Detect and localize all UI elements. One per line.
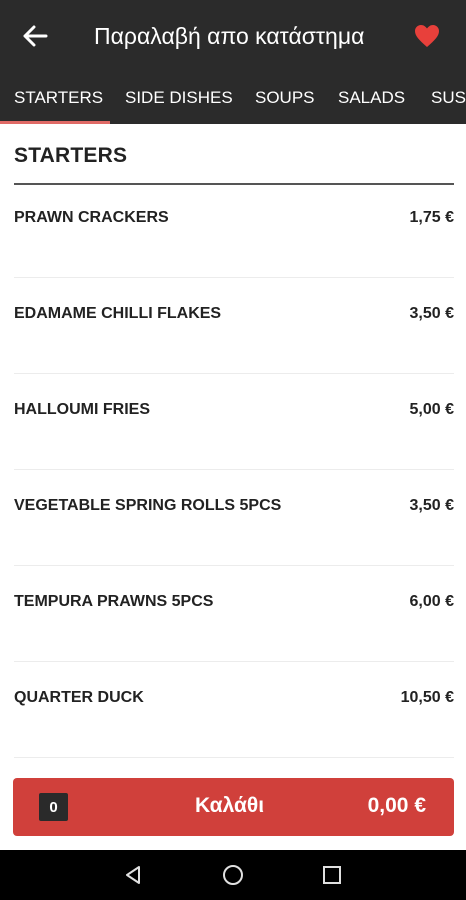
menu-item[interactable]: EDAMAME CHILLI FLAKES 3,50 € [14, 304, 454, 400]
section-title: STARTERS [14, 144, 128, 167]
menu-item[interactable]: PRAWN CRACKERS 1,75 € [14, 208, 454, 304]
system-navigation-bar [0, 850, 466, 900]
item-divider [14, 565, 454, 566]
menu-item-name: TEMPURA PRAWNS 5PCS [14, 593, 214, 610]
menu-item-price: 10,50 € [400, 689, 454, 706]
tab-soups[interactable]: SOUPS [255, 72, 315, 124]
menu-item-price: 5,00 € [409, 401, 454, 418]
system-recents-button[interactable] [319, 862, 345, 888]
menu-item[interactable]: HALLOUMI FRIES 5,00 € [14, 400, 454, 496]
menu-item[interactable]: TEMPURA PRAWNS 5PCS 6,00 € [14, 592, 454, 688]
category-tabs: STARTERS SIDE DISHES SOUPS SALADS SUSHI [0, 72, 466, 124]
page-title: Παραλαβή απο κατάστημα [94, 23, 365, 49]
menu-item-price: 3,50 € [409, 305, 454, 322]
menu-item-price: 1,75 € [409, 209, 454, 226]
item-divider [14, 757, 454, 758]
back-arrow-icon [23, 25, 48, 47]
item-divider [14, 277, 454, 278]
cart-button[interactable]: 0 Καλάθι 0,00 € [13, 778, 454, 836]
item-divider [14, 469, 454, 470]
heart-icon [415, 25, 439, 47]
section-divider [14, 183, 454, 185]
back-button[interactable] [20, 22, 50, 50]
cart-label: Καλάθι [195, 794, 265, 817]
item-divider [14, 373, 454, 374]
home-circle-icon [223, 865, 243, 885]
menu-item-name: PRAWN CRACKERS [14, 209, 169, 226]
menu-item-price: 6,00 € [409, 593, 454, 610]
tab-side-dishes[interactable]: SIDE DISHES [125, 72, 233, 124]
favorite-button[interactable] [412, 22, 442, 50]
menu-item[interactable]: QUARTER DUCK 10,50 € [14, 688, 454, 784]
menu-item-name: EDAMAME CHILLI FLAKES [14, 305, 222, 322]
menu-item-price: 3,50 € [409, 497, 454, 514]
back-triangle-icon [126, 866, 140, 884]
cart-count-badge: 0 [39, 793, 68, 821]
menu-item[interactable]: VEGETABLE SPRING ROLLS 5PCS 3,50 € [14, 496, 454, 592]
menu-item-name: VEGETABLE SPRING ROLLS 5PCS [14, 497, 282, 514]
system-back-button[interactable] [120, 862, 146, 888]
item-divider [14, 661, 454, 662]
system-home-button[interactable] [220, 862, 246, 888]
tab-salads[interactable]: SALADS [338, 72, 405, 124]
app-bar: Παραλαβή απο κατάστημα [0, 0, 466, 72]
menu-item-name: QUARTER DUCK [14, 689, 144, 706]
menu-item-name: HALLOUMI FRIES [14, 401, 150, 418]
recents-square-icon [323, 866, 341, 884]
tab-sushi[interactable]: SUSHI [431, 72, 466, 124]
tab-starters[interactable]: STARTERS [14, 72, 103, 124]
cart-total: 0,00 € [367, 794, 426, 817]
